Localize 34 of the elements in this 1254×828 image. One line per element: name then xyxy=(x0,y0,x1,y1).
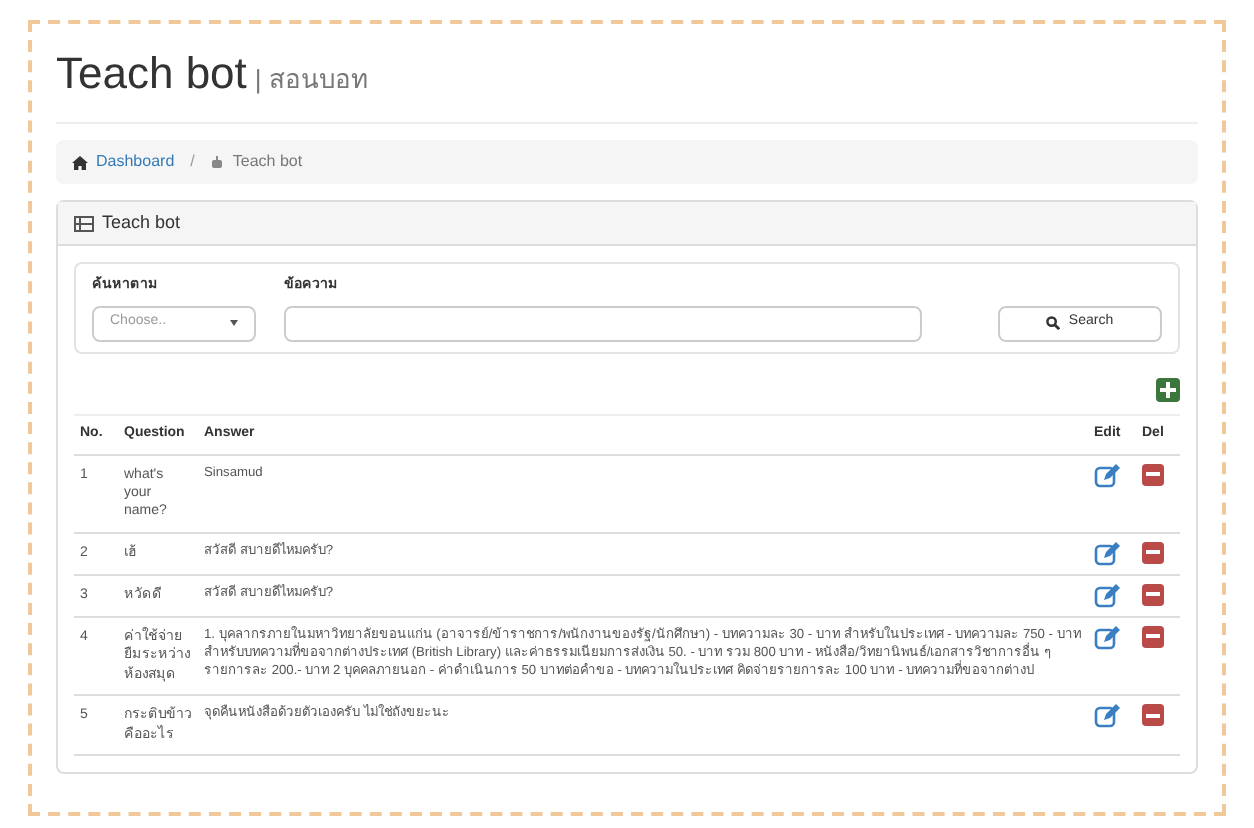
edit-button[interactable] xyxy=(1094,463,1120,487)
edit-button[interactable] xyxy=(1094,541,1120,566)
panel-title: Teach bot xyxy=(102,209,181,236)
minus-icon xyxy=(1146,634,1160,639)
add-button[interactable] xyxy=(1156,378,1180,402)
plus-icon xyxy=(1160,382,1176,398)
minus-icon xyxy=(1146,550,1160,555)
minus-icon xyxy=(1146,713,1160,718)
breadcrumb-link[interactable]: Dashboard xyxy=(96,150,175,174)
text-field[interactable] xyxy=(284,305,922,341)
edit-icon xyxy=(1094,583,1120,608)
delete-button[interactable] xyxy=(1142,583,1164,606)
search-icon xyxy=(1046,316,1061,330)
breadcrumb-current: Teach bot xyxy=(232,150,303,174)
edit-icon xyxy=(1094,541,1120,566)
table-icon xyxy=(74,215,94,231)
edit-icon xyxy=(1094,625,1120,650)
edit-button[interactable] xyxy=(1094,704,1120,729)
edit-button[interactable] xyxy=(1094,625,1120,650)
page-title: Teach bot xyxy=(56,46,247,102)
minus-icon xyxy=(1146,592,1160,597)
edit-icon xyxy=(1094,463,1120,487)
minus-icon xyxy=(1146,472,1160,476)
delete-button[interactable] xyxy=(1142,704,1164,727)
page-subtitle: | สอนบอท xyxy=(254,62,369,98)
edit-icon xyxy=(1094,704,1120,729)
robot-icon xyxy=(210,155,225,169)
home-icon xyxy=(72,155,88,169)
delete-button[interactable] xyxy=(1142,541,1164,564)
delete-button[interactable] xyxy=(1142,625,1164,648)
caret-icon xyxy=(230,320,238,326)
breadcrumb-separator: / xyxy=(190,150,195,174)
edit-button[interactable] xyxy=(1094,583,1120,608)
delete-button[interactable] xyxy=(1142,463,1164,485)
